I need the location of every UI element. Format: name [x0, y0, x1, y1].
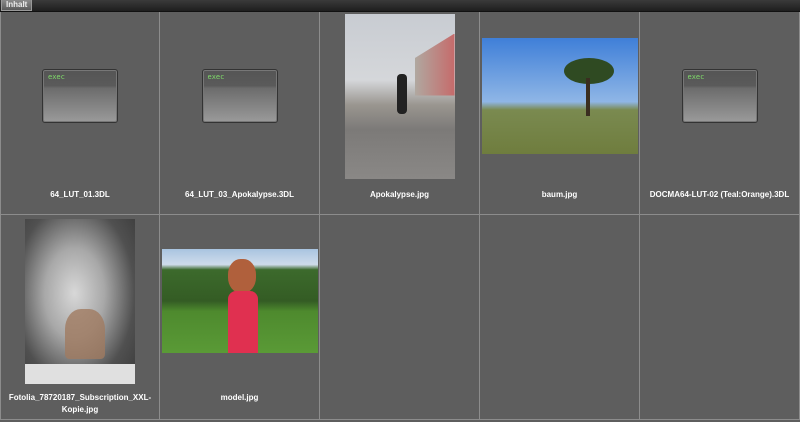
file-name: model.jpg — [220, 393, 259, 402]
image-thumbnail — [344, 13, 455, 179]
file-item[interactable]: Apokalypse.jpg — [320, 12, 480, 215]
file-item[interactable]: exec 64_LUT_01.3DL — [0, 12, 160, 215]
file-name: Fotolia_78720187_Subscription_XXL-Kopie.… — [8, 393, 152, 414]
tab-inhalt[interactable]: Inhalt — [1, 0, 33, 11]
file-item[interactable]: exec 64_LUT_03_Apokalypse.3DL — [160, 12, 320, 215]
file-name: 64_LUT_01.3DL — [50, 190, 110, 199]
file-item[interactable]: baum.jpg — [480, 12, 640, 215]
file-name: 64_LUT_03_Apokalypse.3DL — [185, 190, 294, 199]
file-name: DOCMA64-LUT-02 (Teal:Orange).3DL — [649, 190, 790, 199]
file-item[interactable]: Fotolia_78720187_Subscription_XXL-Kopie.… — [0, 215, 160, 420]
exec-text: exec — [687, 73, 705, 81]
image-thumbnail — [25, 218, 135, 384]
file-name: baum.jpg — [541, 190, 578, 199]
file-name: Apokalypse.jpg — [369, 190, 430, 199]
content-grid: exec 64_LUT_01.3DL exec 64_LUT_03_Apokal… — [0, 12, 800, 422]
exec-text: exec — [207, 73, 225, 81]
empty-cell — [480, 215, 640, 420]
exec-file-icon: exec — [42, 69, 118, 123]
file-item[interactable]: model.jpg — [160, 215, 320, 420]
exec-file-icon: exec — [681, 69, 758, 123]
image-thumbnail — [481, 38, 638, 154]
empty-cell — [320, 215, 480, 420]
empty-cell — [640, 215, 800, 420]
exec-file-icon: exec — [201, 69, 278, 123]
tab-bar: Inhalt — [0, 0, 800, 12]
exec-text: exec — [48, 73, 65, 81]
file-item[interactable]: exec DOCMA64-LUT-02 (Teal:Orange).3DL — [640, 12, 800, 215]
image-thumbnail — [161, 249, 318, 353]
